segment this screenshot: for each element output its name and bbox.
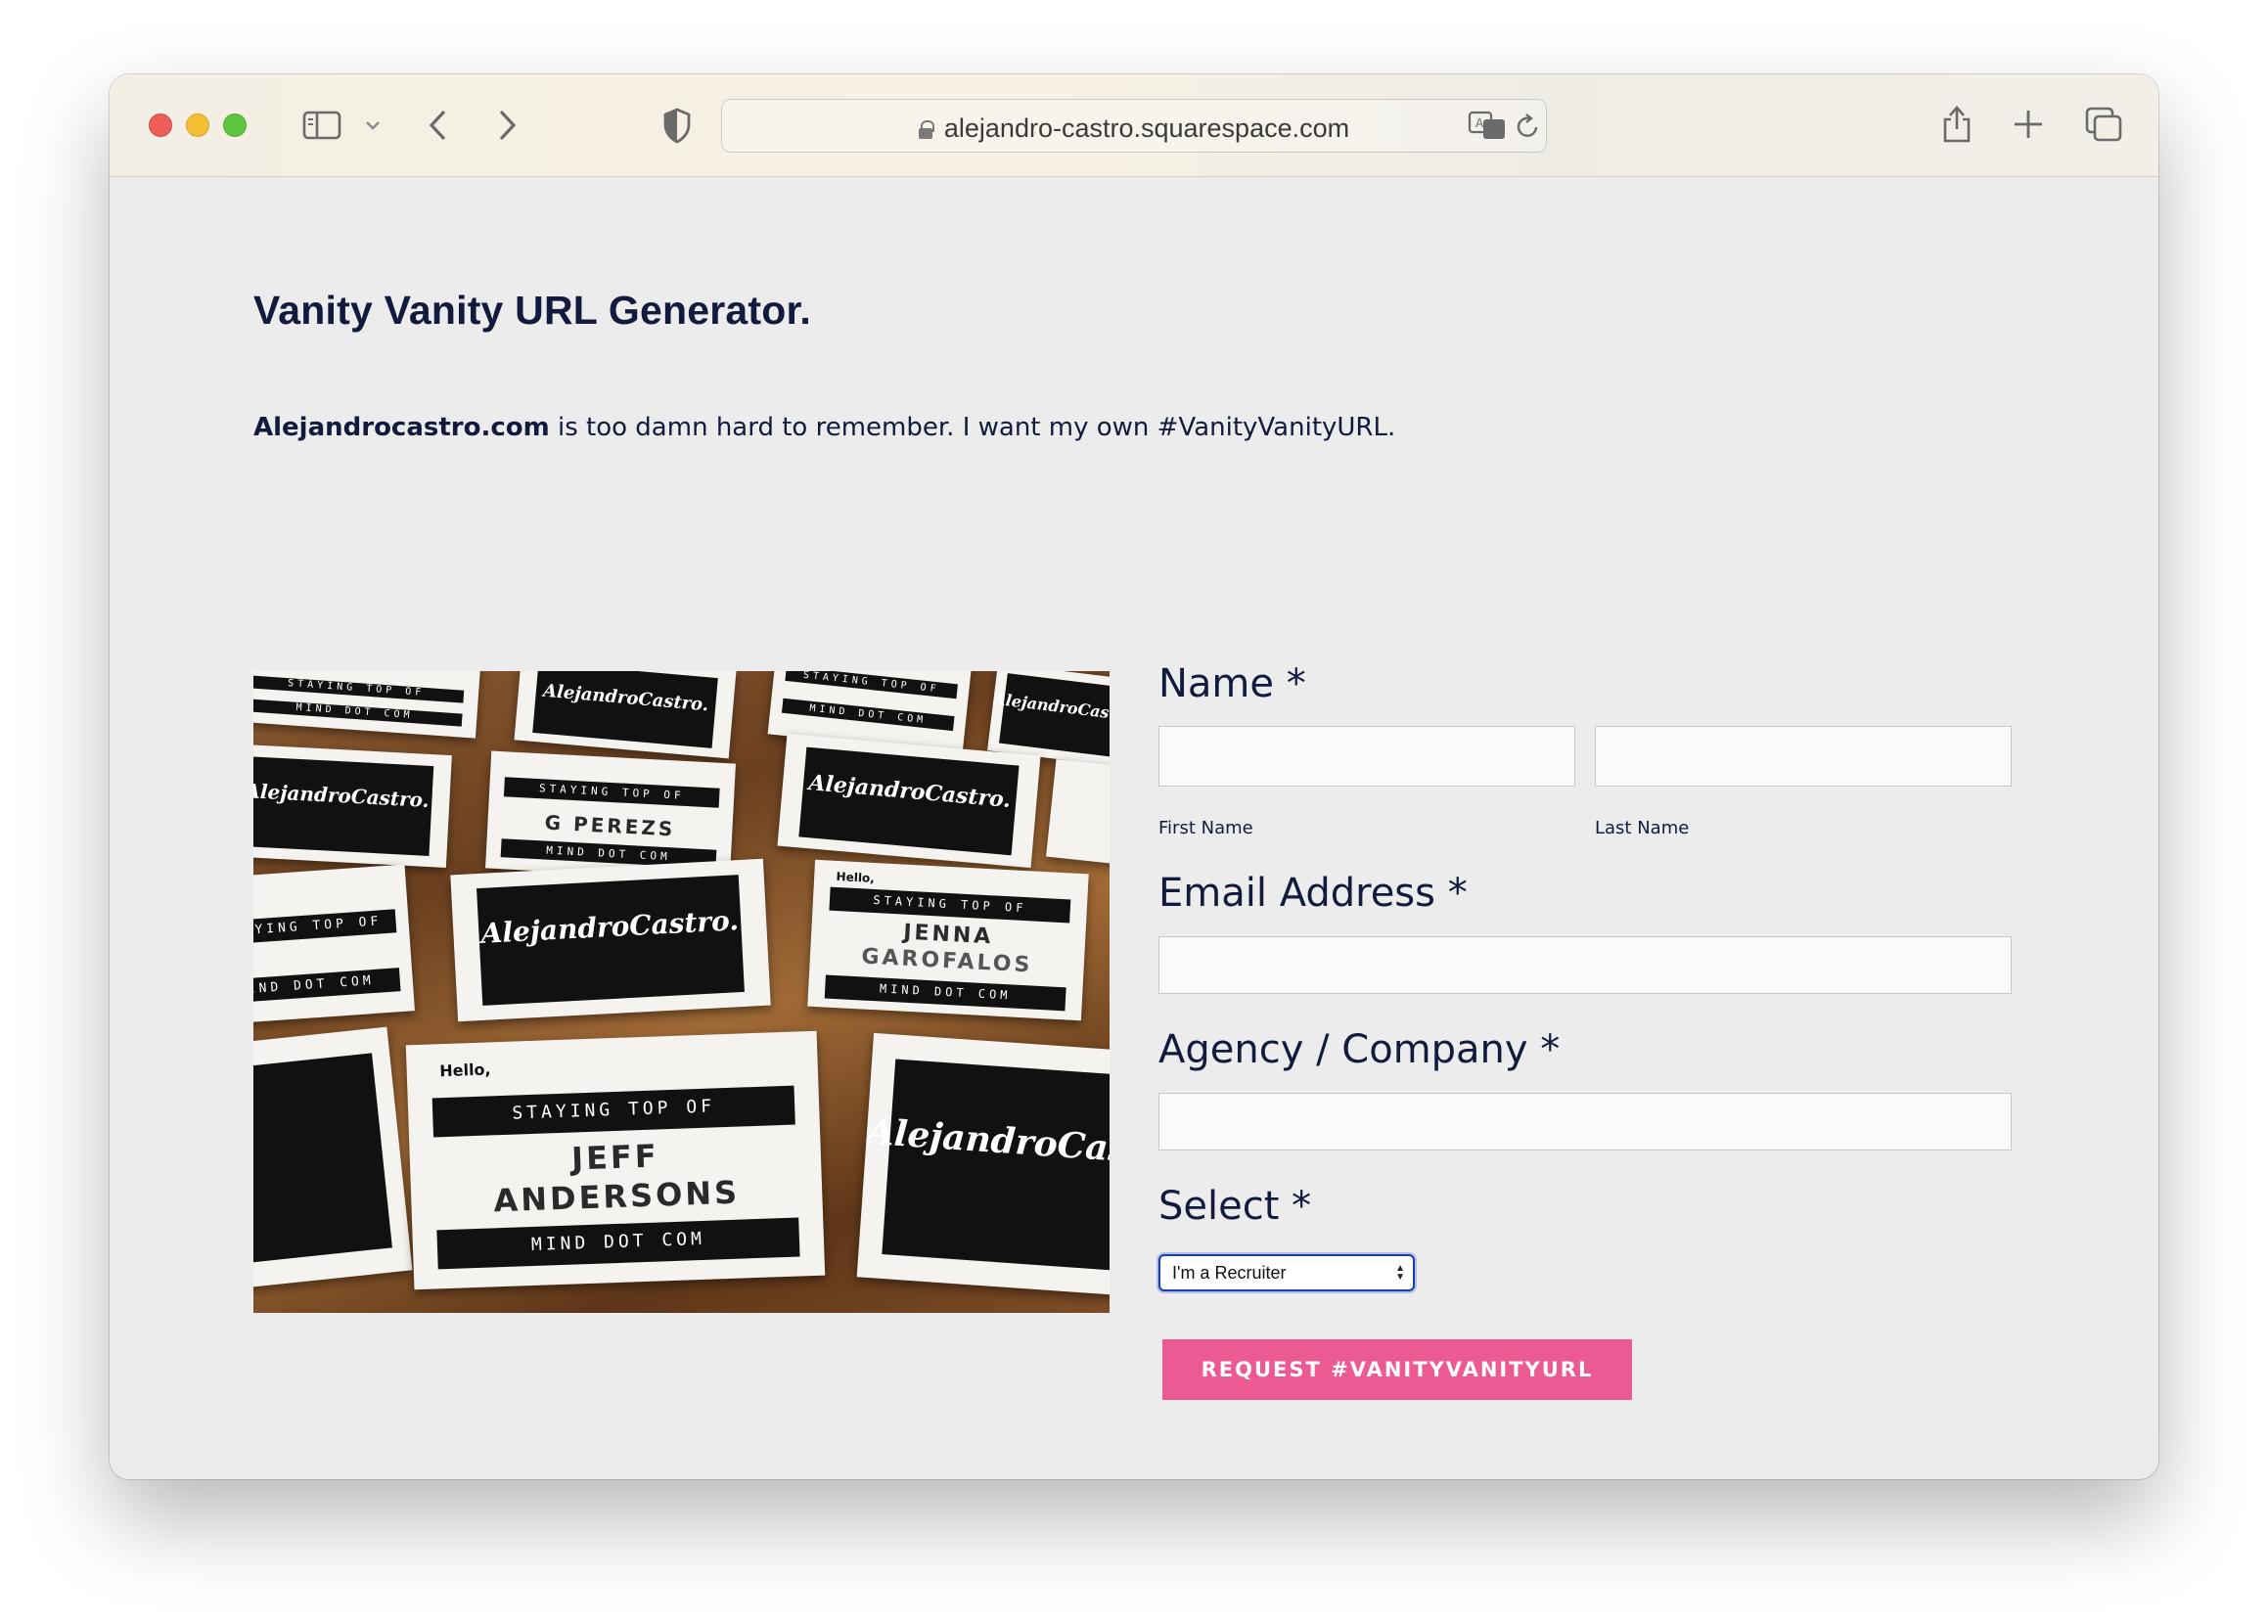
svg-text:A: A: [1475, 116, 1484, 130]
card: AlejandroCastro.: [253, 744, 452, 868]
select-arrows-icon: ▲ ▼: [1395, 1263, 1405, 1283]
share-icon[interactable]: [1939, 102, 1974, 145]
card: STAYING TOP OF MIND DOT COM: [253, 864, 415, 1026]
url-text: alejandro-castro.squarespace.com: [943, 113, 1350, 143]
card: Hello, STAYING TOP OF JENNA GAROFALOS MI…: [807, 859, 1089, 1021]
card: [253, 1026, 413, 1294]
chevron-down-icon[interactable]: [364, 117, 382, 133]
card: AlejandroCastro.: [777, 733, 1041, 869]
card: [1046, 759, 1110, 867]
select-label: Select *: [1158, 1184, 1312, 1229]
browser-toolbar: alejandro-castro.squarespace.com A: [110, 74, 2158, 177]
card: AlejandroCastro.: [514, 671, 737, 759]
last-name-label: Last Name: [1595, 818, 1690, 838]
first-name-input[interactable]: [1158, 726, 1575, 787]
role-select-value: I'm a Recruiter: [1172, 1263, 1287, 1283]
page-content: Vanity Vanity URL Generator. Alejandroca…: [110, 178, 2158, 1479]
address-bar[interactable]: alejandro-castro.squarespace.com A: [721, 99, 1547, 153]
agency-label: Agency / Company *: [1158, 1027, 1561, 1072]
intro-rest-text: is too damn hard to remember. I want my …: [549, 413, 1396, 442]
last-name-input[interactable]: [1595, 726, 2012, 787]
agency-input[interactable]: [1158, 1093, 2012, 1150]
first-name-label: First Name: [1158, 818, 1253, 838]
card: AlejandroCastro.: [450, 858, 771, 1022]
card: AlejandroCastro.: [856, 1032, 1110, 1298]
sidebar-icon[interactable]: [302, 110, 341, 141]
intro-link-text: Alejandrocastro.com: [253, 413, 550, 442]
card: STAYING TOP OF MIND DOT COM: [253, 671, 481, 739]
minimize-window-button[interactable]: [186, 113, 209, 137]
close-window-button[interactable]: [149, 113, 172, 137]
name-label: Name *: [1158, 661, 1306, 706]
business-cards-photo: STAYING TOP OF MIND DOT COM AlejandroCas…: [253, 671, 1110, 1313]
back-icon[interactable]: [427, 108, 450, 143]
intro-text: Alejandrocastro.com is too damn hard to …: [253, 413, 1395, 442]
browser-window: alejandro-castro.squarespace.com A Vanit…: [110, 74, 2158, 1479]
new-tab-icon[interactable]: [2012, 108, 2045, 141]
page-title: Vanity Vanity URL Generator.: [253, 288, 811, 333]
shield-icon[interactable]: [661, 107, 693, 144]
card: Hello, STAYING TOP OF JEFF ANDERSONS MIN…: [405, 1030, 826, 1290]
email-input[interactable]: [1158, 936, 2012, 994]
lock-icon: [918, 120, 934, 139]
zoom-window-button[interactable]: [223, 113, 247, 137]
email-label: Email Address *: [1158, 871, 1468, 916]
reload-icon[interactable]: [1515, 112, 1542, 141]
forward-icon[interactable]: [495, 108, 519, 143]
request-button[interactable]: REQUEST #VANITYVANITYURL: [1162, 1339, 1632, 1400]
role-select[interactable]: I'm a Recruiter ▲ ▼: [1158, 1254, 1415, 1291]
translate-icon[interactable]: A: [1468, 110, 1507, 141]
tabs-overview-icon[interactable]: [2084, 106, 2123, 143]
